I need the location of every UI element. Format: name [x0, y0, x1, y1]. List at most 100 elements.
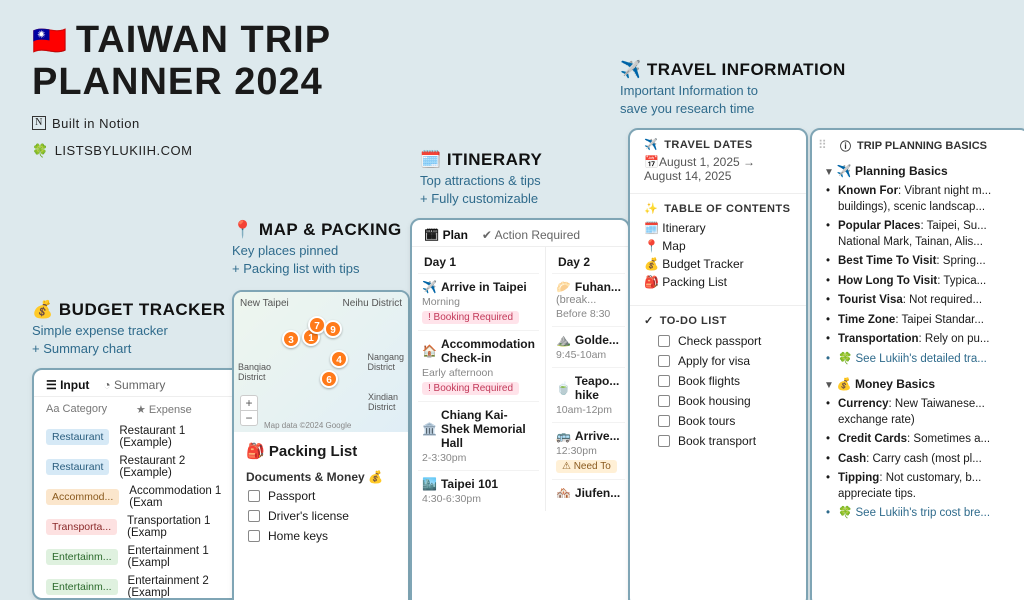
item-title: Fuhan... — [575, 280, 621, 294]
travel-sidebar-card[interactable]: ✈️TRAVEL DATES 📅August 1, 2025 → August … — [628, 128, 808, 600]
checkbox[interactable] — [248, 510, 260, 522]
basics-item: Transportation: Rely on pu... — [826, 330, 1022, 350]
todo-label: Apply for visa — [678, 354, 750, 368]
todo-label: Check passport — [678, 334, 761, 348]
sparkle-icon: ✨ — [644, 202, 658, 215]
checkbox[interactable] — [658, 435, 670, 447]
basics-item: Tourist Visa: Not required... — [826, 291, 1022, 311]
expense-cell: Entertainment 2 (Exampl — [128, 575, 236, 599]
itinerary-item[interactable]: ⛰️Golde...9:45-10am — [552, 326, 625, 367]
table-row[interactable]: RestaurantRestaurant 1 (Example) — [34, 422, 248, 452]
itinerary-card[interactable]: 🗓 Plan ✔ Action Required Day 1✈️Arrive i… — [410, 218, 630, 600]
section-label-budget: 💰 BUDGET TRACKER Simple expense tracker … — [32, 300, 226, 357]
checkbox[interactable] — [658, 375, 670, 387]
tab-action-required[interactable]: ✔ Action Required — [482, 228, 580, 242]
todo-item[interactable]: Book flights — [644, 371, 792, 391]
drag-handle-icon[interactable]: ⠿ — [818, 138, 825, 152]
table-row[interactable]: Accommod...Accommodation 1 (Exam — [34, 482, 248, 512]
itinerary-item[interactable]: 🏠Accommodation Check-inEarly afternoon! … — [418, 330, 539, 401]
map-zoom[interactable]: +− — [240, 395, 258, 426]
checklist-label: Home keys — [268, 529, 328, 543]
expense-cell: Restaurant 2 (Example) — [119, 455, 236, 479]
itinerary-item[interactable]: 🚌Arrive...12:30pm⚠ Need To — [552, 422, 625, 479]
toc-link[interactable]: 💰 Budget Tracker — [644, 255, 792, 273]
tab-summary[interactable]: ◔ Summary — [103, 378, 165, 392]
checkbox[interactable] — [658, 415, 670, 427]
table-row[interactable]: Entertainm...Entertainment 1 (Exampl — [34, 542, 248, 572]
table-row[interactable]: Transporta...Transportation 1 (Examp — [34, 512, 248, 542]
toc-link[interactable]: 🎒 Packing List — [644, 273, 792, 291]
basics-item: Best Time To Visit: Spring... — [826, 252, 1022, 272]
itinerary-item[interactable]: 🏙️Taipei 1014:30-6:30pm — [418, 470, 539, 511]
expense-cell: Accommodation 1 (Exam — [129, 485, 236, 509]
basics-group-toggle[interactable]: ✈️ Planning Basics — [812, 160, 1024, 182]
map-pin-6[interactable]: 6 — [320, 370, 338, 388]
tab-input[interactable]: ☰ Input — [46, 378, 89, 392]
checklist-item[interactable]: Driver's license — [234, 506, 408, 526]
todo-item[interactable]: Book tours — [644, 411, 792, 431]
checklist-item[interactable]: Home keys — [234, 526, 408, 546]
itinerary-item[interactable]: ✈️Arrive in TaipeiMorning! Booking Requi… — [418, 273, 539, 330]
see-more-link[interactable]: 🍀 See Lukiih's trip cost bre... — [826, 504, 1022, 524]
itinerary-item[interactable]: 🏛️Chiang Kai-Shek Memorial Hall2-3:30pm — [418, 401, 539, 470]
travel-dates-section: ✈️TRAVEL DATES 📅August 1, 2025 → August … — [630, 130, 806, 194]
itinerary-day-column: Day 2🥟Fuhan...(break...Before 8:30⛰️Gold… — [546, 247, 630, 511]
status-badge: ! Booking Required — [422, 382, 519, 395]
checklist-item[interactable]: Passport — [234, 486, 408, 506]
item-title: Accommodation Check-in — [441, 337, 535, 365]
packing-group-title: Documents & Money 💰 — [234, 464, 408, 486]
site-line[interactable]: 🍀 LISTSBYLUKIIH.COM — [32, 143, 331, 159]
todo-item[interactable]: Book transport — [644, 431, 792, 451]
item-icon: 🏘️ — [556, 486, 571, 500]
table-row[interactable]: Entertainm... Entertainment 2 (Exampl — [34, 572, 248, 600]
category-tag: Restaurant — [46, 459, 109, 475]
item-title: Jiufen... — [575, 486, 620, 500]
map-pin-9[interactable]: 9 — [324, 320, 342, 338]
basics-group-toggle[interactable]: 💰 Money Basics — [812, 373, 1024, 395]
item-icon: 🏛️ — [422, 422, 437, 436]
category-tag: Entertainm... — [46, 579, 118, 595]
check-icon: ✓ — [644, 314, 654, 327]
itinerary-day-column: Day 1✈️Arrive in TaipeiMorning! Booking … — [412, 247, 546, 511]
item-title: Chiang Kai-Shek Memorial Hall — [441, 408, 535, 450]
checkbox[interactable] — [248, 490, 260, 502]
map-pin-4[interactable]: 4 — [330, 350, 348, 368]
checkbox[interactable] — [658, 355, 670, 367]
calendar-icon: 🗓️ — [420, 150, 442, 169]
map-pin-7[interactable]: 7 — [308, 316, 326, 334]
notion-icon: N — [32, 116, 46, 130]
expense-cell: Entertainment 1 (Exampl — [128, 545, 236, 569]
basics-item: Known For: Vibrant night m... buildings)… — [826, 182, 1022, 217]
tab-plan[interactable]: 🗓 Plan — [424, 228, 468, 242]
item-icon: 🚌 — [556, 429, 571, 443]
col-expense: ★ Expense — [136, 403, 192, 416]
page-header: 🇹🇼TAIWAN TRIP PLANNER 2024 N Built in No… — [32, 20, 331, 159]
see-more-link[interactable]: 🍀 See Lukiih's detailed tra... — [826, 350, 1022, 370]
item-time: 12:30pm — [556, 445, 621, 457]
checkbox[interactable] — [658, 335, 670, 347]
checkbox[interactable] — [248, 530, 260, 542]
checkbox[interactable] — [658, 395, 670, 407]
todo-item[interactable]: Book housing — [644, 391, 792, 411]
item-icon: 🏠 — [422, 344, 437, 358]
basics-item: Currency: New Taiwanese... exchange rate… — [826, 395, 1022, 430]
map-view[interactable]: New Taipei Neihu District NangangDistric… — [234, 292, 408, 432]
toc-link[interactable]: 🗓️ Itinerary — [644, 219, 792, 237]
item-time: 9:45-10am — [556, 349, 621, 361]
packing-list-title: 🎒 Packing List — [234, 432, 408, 464]
trip-basics-card[interactable]: ⠿ ⓘTRIP PLANNING BASICS ✈️ Planning Basi… — [810, 128, 1024, 600]
table-row[interactable]: Restaurant Restaurant 2 (Example) — [34, 452, 248, 482]
budget-card[interactable]: ☰ Input ◔ Summary Aa Category ★ Expense … — [32, 368, 250, 600]
basics-item: Popular Places: Taipei, Su... National M… — [826, 217, 1022, 252]
itinerary-item[interactable]: 🍵Teapo... hike10am-12pm — [552, 367, 625, 422]
itinerary-item[interactable]: 🥟Fuhan...(break...Before 8:30 — [552, 273, 625, 326]
todo-section: ✓TO-DO LIST Check passportApply for visa… — [630, 306, 806, 461]
map-packing-card[interactable]: New Taipei Neihu District NangangDistric… — [232, 290, 410, 600]
todo-item[interactable]: Check passport — [644, 331, 792, 351]
toc-link[interactable]: 📍 Map — [644, 237, 792, 255]
status-badge: ⚠ Need To — [556, 460, 617, 473]
todo-item[interactable]: Apply for visa — [644, 351, 792, 371]
flag-icon: 🇹🇼 — [32, 25, 68, 56]
map-pin-3[interactable]: 3 — [282, 330, 300, 348]
itinerary-item[interactable]: 🏘️ Jiufen... — [552, 479, 625, 506]
